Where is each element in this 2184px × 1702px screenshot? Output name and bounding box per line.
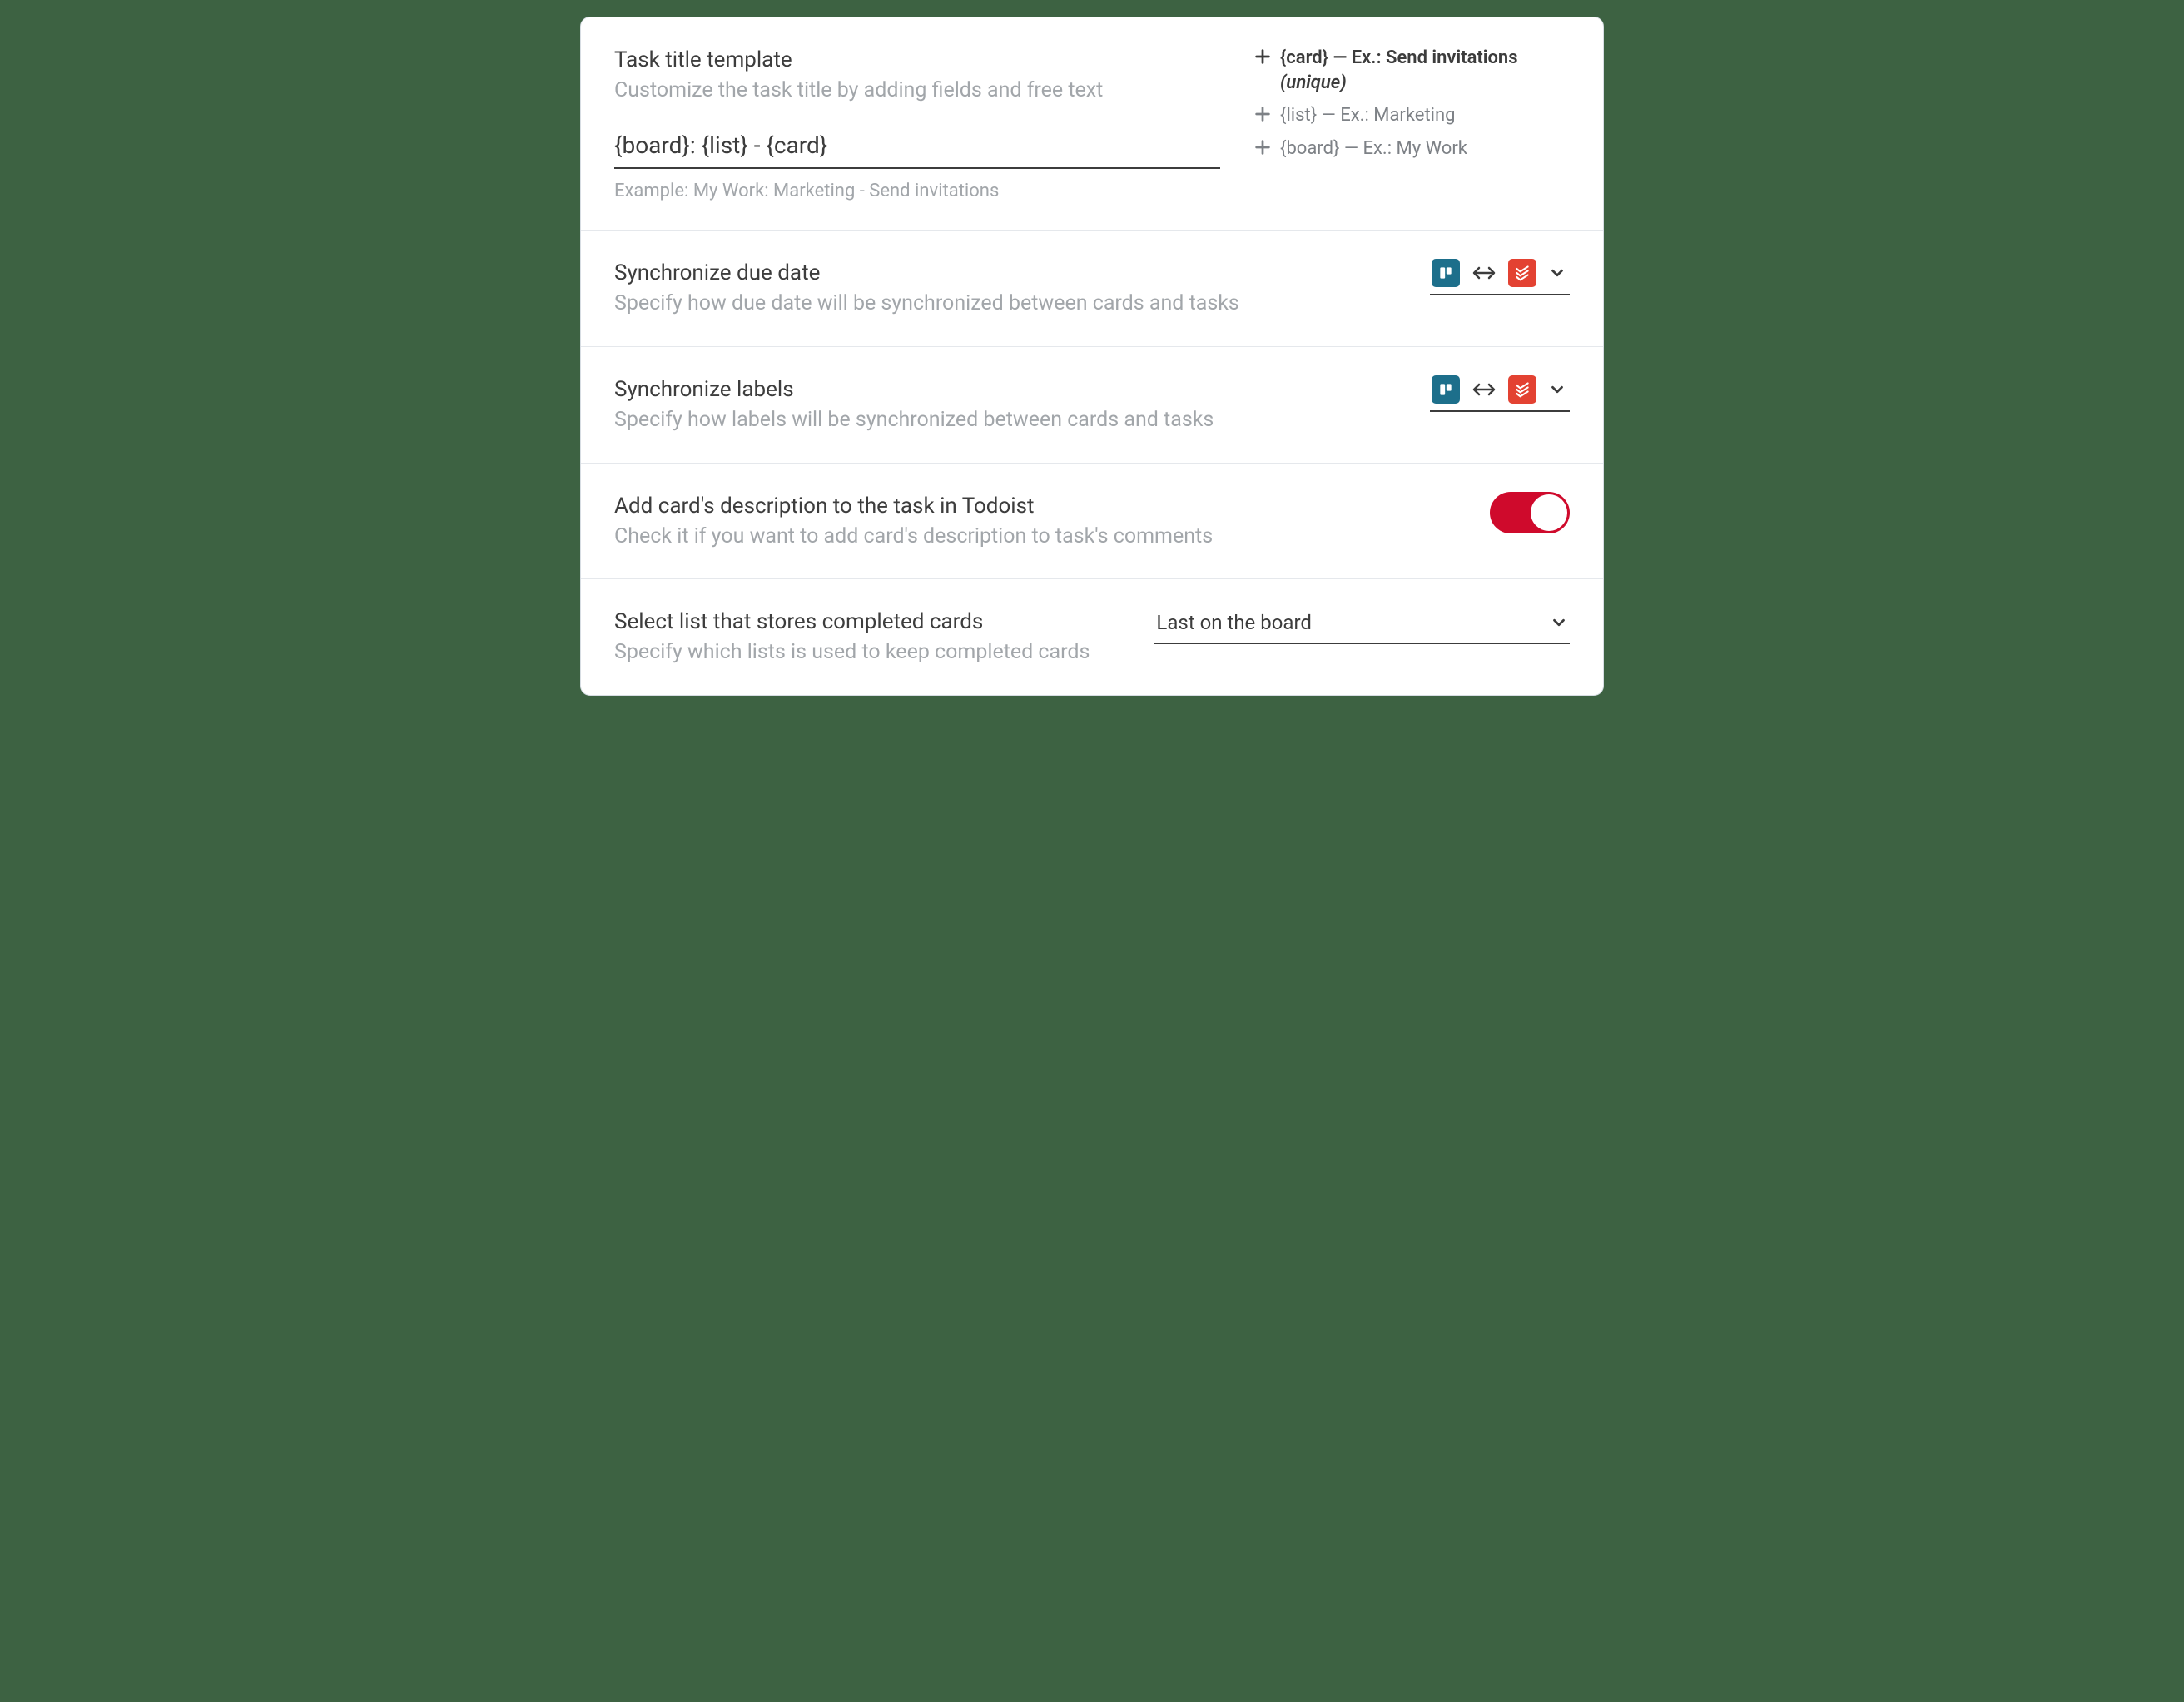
token-name: {board} [1280, 138, 1339, 159]
settings-panel: Task title template Customize the task t… [580, 17, 1604, 696]
token-suffix: (unique) [1280, 72, 1347, 93]
template-token-card[interactable]: {card} — Ex.: Send invitations (unique) [1253, 46, 1570, 95]
sync-labels-desc: Specify how labels will be synchronized … [614, 406, 1397, 434]
section-completed-list: Select list that stores completed cards … [581, 579, 1603, 695]
section-sync-due-date: Synchronize due date Specify how due dat… [581, 231, 1603, 347]
trello-icon [1432, 375, 1460, 404]
completed-list-heading: Select list that stores completed cards [614, 608, 1121, 637]
section-add-description: Add card's description to the task in To… [581, 464, 1603, 580]
task-title-template-heading: Task title template [614, 46, 1220, 75]
task-title-template-example: Example: My Work: Marketing - Send invit… [614, 181, 1220, 201]
bidirectional-arrow-icon [1472, 264, 1497, 282]
token-example: — Ex.: My Work [1339, 138, 1467, 159]
todoist-icon [1508, 259, 1536, 287]
section-sync-labels: Synchronize labels Specify how labels wi… [581, 347, 1603, 464]
token-name: {list} [1280, 105, 1317, 126]
toggle-knob [1531, 494, 1567, 531]
plus-icon [1253, 47, 1272, 66]
chevron-down-icon [1548, 264, 1566, 282]
section-task-title-template: Task title template Customize the task t… [581, 17, 1603, 231]
add-description-heading: Add card's description to the task in To… [614, 492, 1457, 521]
trello-icon [1432, 259, 1460, 287]
sync-labels-heading: Synchronize labels [614, 375, 1397, 404]
token-example: — Ex.: Send invitations [1328, 47, 1518, 68]
add-description-desc: Check it if you want to add card's descr… [614, 523, 1457, 551]
plus-icon [1253, 105, 1272, 123]
token-name: {card} [1280, 47, 1328, 68]
plus-icon [1253, 138, 1272, 156]
template-token-list[interactable]: {list} — Ex.: Marketing [1253, 103, 1570, 128]
completed-list-desc: Specify which lists is used to keep comp… [614, 638, 1121, 667]
completed-list-value: Last on the board [1156, 611, 1311, 634]
sync-labels-selector[interactable] [1430, 375, 1570, 412]
sync-due-date-selector[interactable] [1430, 259, 1570, 295]
sync-due-date-heading: Synchronize due date [614, 259, 1397, 288]
task-title-template-desc: Customize the task title by adding field… [614, 77, 1220, 105]
completed-list-select[interactable]: Last on the board [1154, 608, 1570, 644]
sync-due-date-desc: Specify how due date will be synchronize… [614, 290, 1397, 318]
task-title-template-input[interactable] [614, 127, 1220, 169]
bidirectional-arrow-icon [1472, 380, 1497, 399]
template-token-list: {card} — Ex.: Send invitations (unique) … [1253, 46, 1570, 161]
chevron-down-icon [1550, 613, 1568, 632]
todoist-icon [1508, 375, 1536, 404]
token-example: — Ex.: Marketing [1317, 105, 1455, 126]
chevron-down-icon [1548, 380, 1566, 399]
template-token-board[interactable]: {board} — Ex.: My Work [1253, 136, 1570, 161]
add-description-toggle[interactable] [1490, 492, 1570, 533]
